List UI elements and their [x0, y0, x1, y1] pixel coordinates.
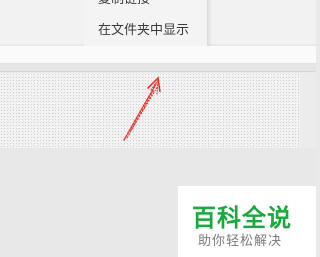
watermark-logo: 百科全说 助你轻松解决: [178, 186, 316, 257]
watermark-title: 百科全说: [192, 204, 292, 232]
context-menu: 复制链接 在文件夹中显示: [84, 0, 208, 46]
watermark-subtitle: 助你轻松解决: [198, 234, 283, 249]
divider-band: [0, 64, 316, 72]
menu-item-copy-link[interactable]: 复制链接: [98, 0, 150, 10]
toolbar-band: [0, 46, 316, 64]
red-arrow-icon: [123, 76, 161, 141]
menu-item-show-in-folder[interactable]: 在文件夹中显示: [98, 21, 189, 41]
screen: 复制链接 在文件夹中显示 百科全说 助你轻松解决: [0, 0, 316, 257]
scroll-gutter: [300, 73, 316, 148]
